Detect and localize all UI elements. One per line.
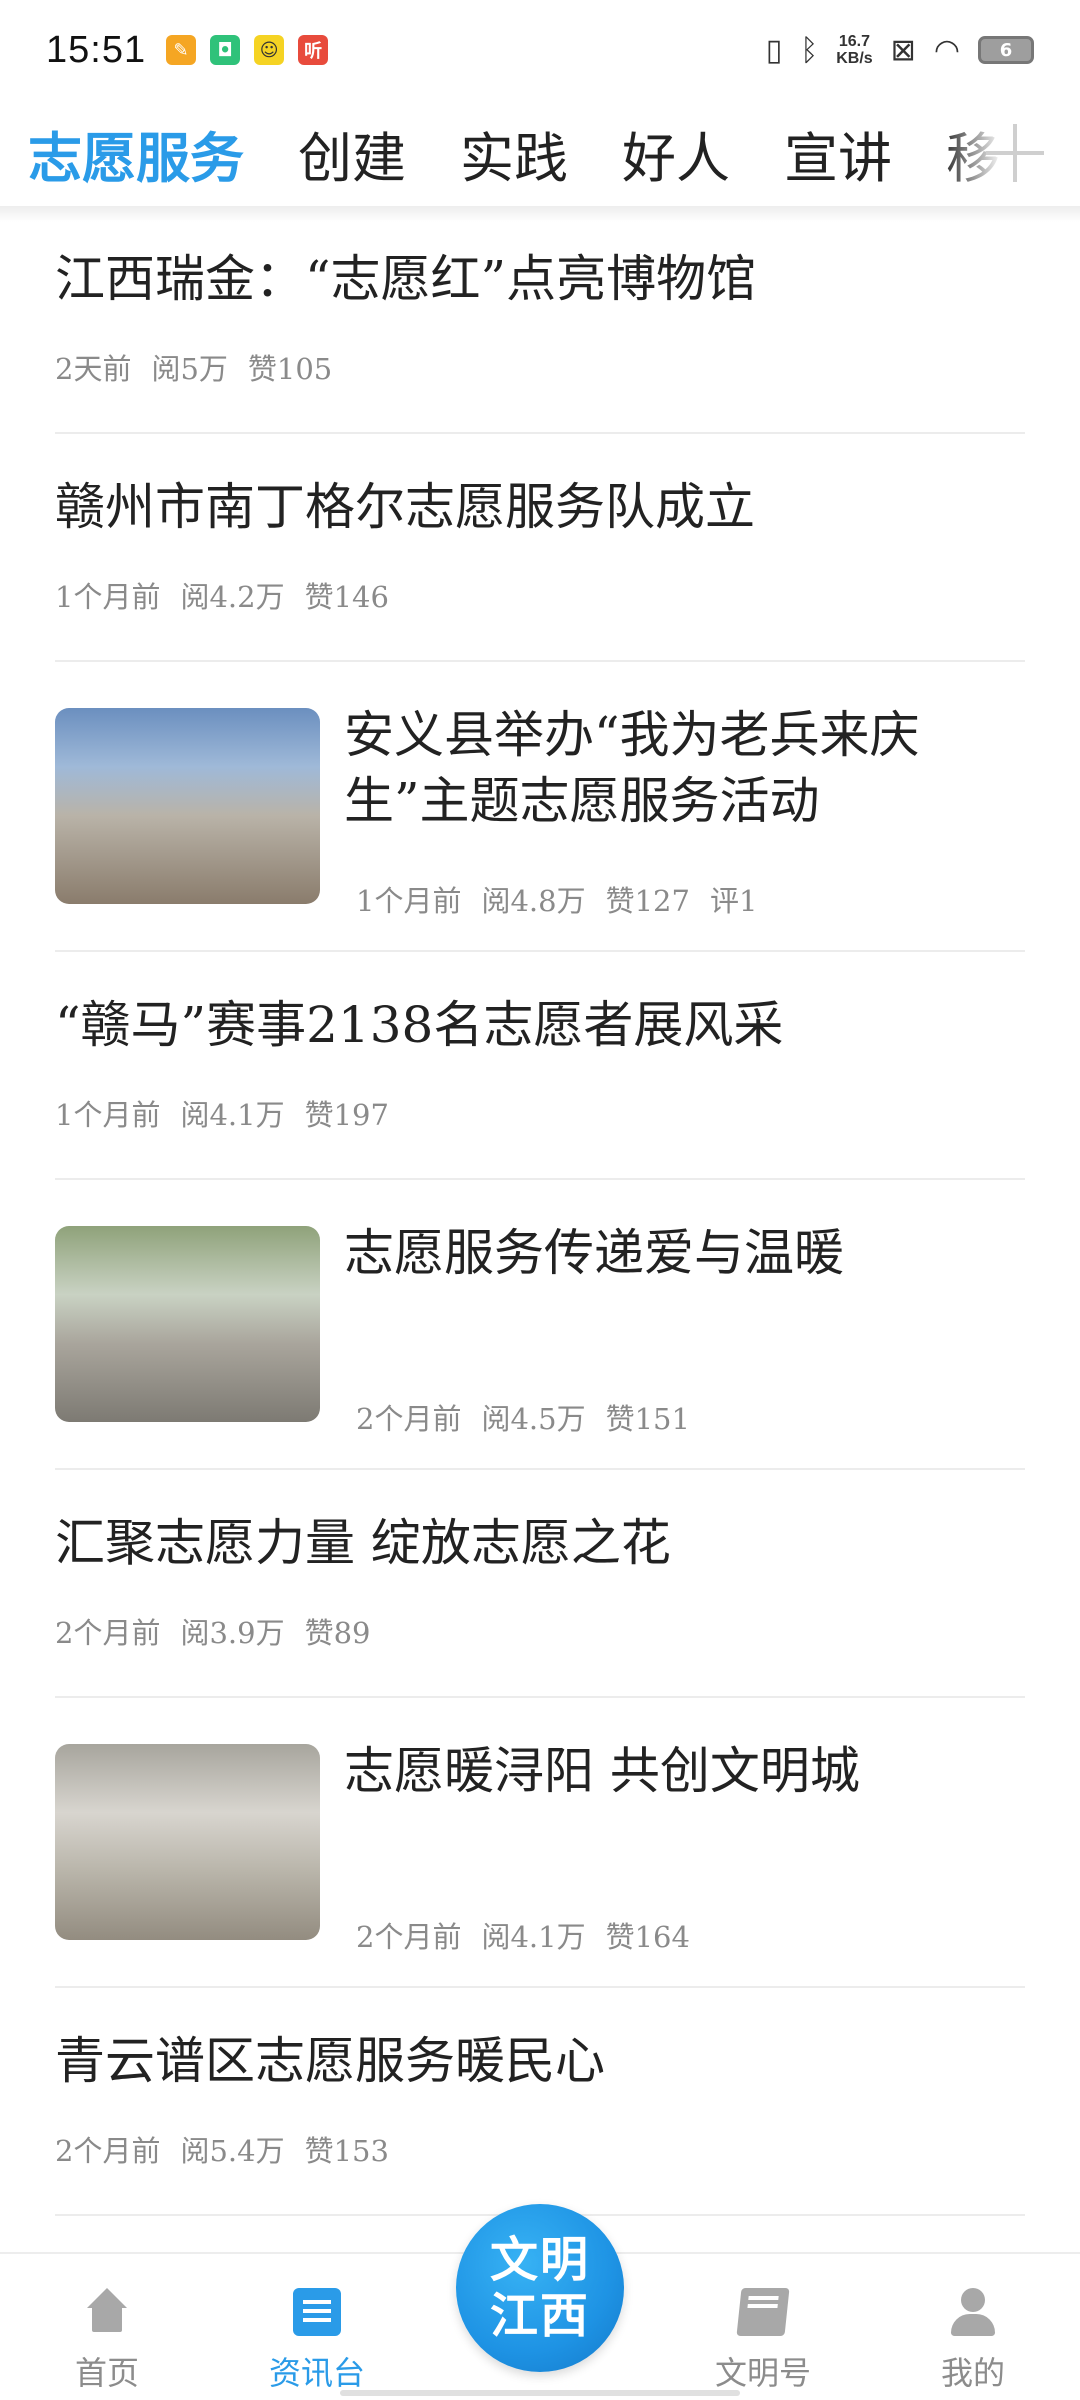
news-time: 1个月前	[356, 884, 462, 918]
sim-off-icon: ⊠	[890, 32, 916, 68]
news-likes: 赞146	[304, 580, 389, 614]
news-likes: 赞89	[304, 1616, 371, 1650]
net-speed-unit: KB/s	[836, 50, 873, 67]
news-thumbnail-image	[55, 708, 320, 904]
news-meta: 1个月前 阅4.1万 赞197	[55, 1092, 409, 1134]
news-meta: 2个月前 阅4.1万 赞164	[356, 1914, 710, 1956]
bluetooth-icon: ᛒ	[800, 32, 819, 68]
news-reads: 阅4.1万	[481, 1920, 586, 1954]
news-reads: 阅4.2万	[180, 580, 285, 614]
home-icon	[83, 2288, 131, 2336]
news-reads: 阅5.4万	[180, 2134, 285, 2168]
nav-wenming-hao-label: 文明号	[714, 2354, 811, 2392]
tab-volunteer-service[interactable]: 志愿服务	[28, 114, 244, 193]
nav-home-label: 首页	[74, 2354, 139, 2392]
nav-mine-label: 我的	[940, 2354, 1005, 2392]
wenming-jiangxi-center-button[interactable]: 文明 江西	[456, 2204, 624, 2372]
news-likes: 赞164	[605, 1920, 690, 1954]
news-time: 1个月前	[55, 1098, 161, 1132]
user-icon	[949, 2288, 997, 2336]
vibrate-icon: ▯	[765, 32, 783, 68]
news-title: 青云谱区志愿服务暖民心	[55, 2032, 605, 2090]
news-reads: 阅4.5万	[481, 1402, 586, 1436]
book-icon	[736, 2288, 790, 2336]
nav-mine[interactable]: 我的	[898, 2254, 1048, 2400]
news-meta: 1个月前 阅4.8万 赞127 评1	[356, 878, 777, 920]
news-likes: 赞105	[247, 352, 333, 386]
news-title: 赣州市南丁格尔志愿服务队成立	[55, 478, 755, 536]
center-button-line2: 江西	[489, 2288, 590, 2344]
wifi-icon: ◠	[933, 32, 960, 68]
news-meta: 2个月前 阅5.4万 赞153	[55, 2128, 409, 2170]
news-likes: 赞153	[304, 2134, 389, 2168]
net-speed-value: 16.7	[838, 33, 871, 50]
news-item[interactable]: 赣州市南丁格尔志愿服务队成立 1个月前 阅4.2万 赞146	[55, 434, 1025, 662]
news-reads: 阅4.1万	[180, 1098, 285, 1132]
news-time: 2天前	[55, 352, 132, 386]
news-time: 1个月前	[55, 580, 161, 614]
news-item-with-image[interactable]: 志愿暖浔阳 共创文明城 2个月前 阅4.1万 赞164	[55, 1698, 1025, 1988]
news-thumbnail-image	[55, 1744, 320, 1940]
news-item-with-image[interactable]: 志愿服务传递爱与温暖 2个月前 阅4.5万 赞151	[55, 1180, 1025, 1470]
shield-app-icon: ◘	[210, 35, 241, 65]
news-time: 2个月前	[356, 1402, 462, 1436]
tab-create[interactable]: 创建	[298, 114, 406, 193]
news-comments: 评1	[709, 884, 758, 918]
news-list: 江西瑞金：“志愿红”点亮博物馆 2天前 阅5万 赞105 赣州市南丁格尔志愿服务队成…	[0, 206, 1080, 2216]
nav-wenming-hao[interactable]: 文明号	[688, 2254, 838, 2400]
news-meta: 2个月前 阅3.9万 赞89	[55, 1610, 390, 1652]
cartoon-app-icon: ☺	[254, 35, 285, 65]
system-status: ▯ ᛒ 16.7 KB/s ⊠ ◠ 6	[766, 33, 1034, 68]
news-title: 江西瑞金：“志愿红”点亮博物馆	[55, 250, 757, 308]
channel-tabs: 志愿服务 创建 实践 好人 宣讲 移	[0, 100, 1080, 206]
add-channel-plus-icon[interactable]	[986, 124, 1044, 182]
app-screen: 15:51 ✎ ◘ ☺ 听 ▯ ᛒ 16.7 KB/s ⊠ ◠ 6 志愿服务 创…	[0, 0, 1080, 2400]
news-item[interactable]: “赣马”赛事2138名志愿者展风采 1个月前 阅4.1万 赞197	[55, 952, 1025, 1180]
news-time: 2个月前	[55, 2134, 161, 2168]
news-item[interactable]: 青云谱区志愿服务暖民心 2个月前 阅5.4万 赞153	[55, 1988, 1025, 2216]
nav-home[interactable]: 首页	[32, 2254, 182, 2400]
net-speed: 16.7 KB/s	[836, 33, 872, 67]
news-meta: 2个月前 阅4.5万 赞151	[356, 1396, 710, 1438]
news-time: 2个月前	[55, 1616, 161, 1650]
news-title: 汇聚志愿力量 绽放志愿之花	[55, 1514, 671, 1572]
nav-news-label: 资讯台	[268, 2354, 365, 2392]
battery-icon: 6	[978, 36, 1034, 64]
news-likes: 赞197	[304, 1098, 389, 1132]
news-meta: 1个月前 阅4.2万 赞146	[55, 574, 409, 616]
news-title: 安义县举办“我为老兵来庆生”主题志愿服务活动	[344, 706, 920, 830]
news-meta: 2天前 阅5万 赞105	[55, 346, 352, 388]
news-likes: 赞127	[605, 884, 690, 918]
news-item-with-image[interactable]: 安义县举办“我为老兵来庆生”主题志愿服务活动 1个月前 阅4.8万 赞127 评1	[55, 662, 1025, 952]
news-item[interactable]: 江西瑞金：“志愿红”点亮博物馆 2天前 阅5万 赞105	[55, 206, 1025, 434]
center-button-line1: 文明	[489, 2232, 590, 2288]
news-list-icon	[293, 2288, 341, 2336]
tab-practice[interactable]: 实践	[460, 114, 568, 193]
news-reads: 阅3.9万	[180, 1616, 285, 1650]
news-title: “赣马”赛事2138名志愿者展风采	[55, 996, 784, 1054]
news-thumbnail-image	[55, 1226, 320, 1422]
status-time: 15:51	[46, 28, 147, 71]
notification-icons: ✎ ◘ ☺ 听	[166, 35, 329, 65]
news-reads: 阅5万	[151, 352, 228, 386]
pencil-app-icon: ✎	[166, 35, 197, 65]
news-title: 志愿暖浔阳 共创文明城	[344, 1742, 860, 1800]
news-title: 志愿服务传递爱与温暖	[344, 1224, 844, 1282]
news-likes: 赞151	[605, 1402, 690, 1436]
tab-lecture[interactable]: 宣讲	[784, 114, 892, 193]
status-bar: 15:51 ✎ ◘ ☺ 听 ▯ ᛒ 16.7 KB/s ⊠ ◠ 6	[0, 0, 1080, 100]
tab-good-people[interactable]: 好人	[622, 114, 730, 193]
nav-news[interactable]: 资讯台	[242, 2254, 392, 2400]
news-time: 2个月前	[356, 1920, 462, 1954]
home-indicator[interactable]	[340, 2390, 740, 2396]
news-item[interactable]: 汇聚志愿力量 绽放志愿之花 2个月前 阅3.9万 赞89	[55, 1470, 1025, 1698]
listen-app-icon: 听	[298, 35, 329, 65]
news-reads: 阅4.8万	[481, 884, 586, 918]
